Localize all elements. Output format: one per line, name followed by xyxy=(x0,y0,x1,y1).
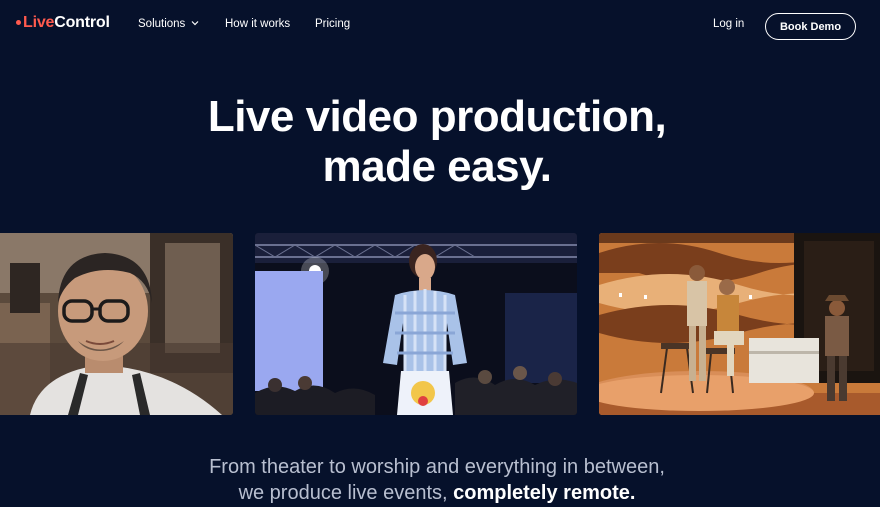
nav-how-it-works[interactable]: How it works xyxy=(225,18,290,30)
hero-title: Live video production, made easy. xyxy=(0,92,874,192)
chef-video-image xyxy=(0,233,233,415)
logo-text-control: Control xyxy=(54,14,110,31)
livecontrol-logo[interactable]: Live Control xyxy=(16,14,110,32)
hero-title-line2: made easy. xyxy=(322,142,552,191)
nav-solutions[interactable]: Solutions xyxy=(138,18,199,30)
logo-text-live: Live xyxy=(23,14,55,31)
nav-solutions-label: Solutions xyxy=(138,18,186,30)
hero-title-line1: Live video production, xyxy=(207,92,667,141)
nav-pricing[interactable]: Pricing xyxy=(315,18,350,30)
top-navigation: Live Control Solutions How it works Prici… xyxy=(0,0,880,52)
book-demo-button[interactable]: Book Demo xyxy=(765,13,856,40)
login-link[interactable]: Log in xyxy=(713,18,744,30)
logo-dot xyxy=(16,19,21,25)
chevron-down-icon xyxy=(191,20,199,25)
runway-video-image xyxy=(255,233,577,415)
tagline-emphasis: completely remote. xyxy=(453,482,636,504)
theater-video-image xyxy=(599,233,880,415)
tagline-line2-prefix: we produce live events, xyxy=(238,482,454,504)
tagline-line1: From theater to worship and everything i… xyxy=(209,456,665,478)
hero-tagline: From theater to worship and everything i… xyxy=(0,454,874,506)
